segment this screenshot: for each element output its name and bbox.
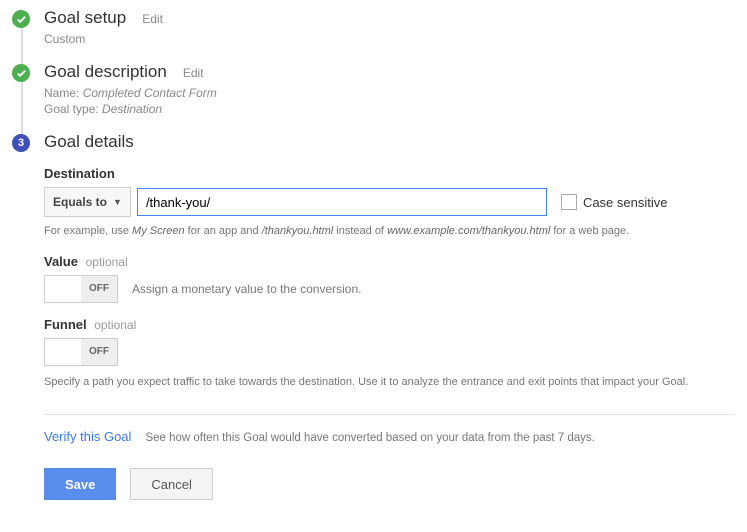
- step-number-icon: 3: [12, 134, 30, 152]
- step-subtitle: Custom: [44, 32, 735, 46]
- step-goal-details: 3 Goal details Destination Equals to ▼ C…: [12, 132, 735, 514]
- match-type-label: Equals to: [53, 195, 107, 209]
- edit-link[interactable]: Edit: [142, 12, 163, 26]
- check-icon: [12, 64, 30, 82]
- edit-link[interactable]: Edit: [183, 66, 204, 80]
- goal-name-row: Name: Completed Contact Form: [44, 86, 735, 100]
- divider: [44, 414, 735, 415]
- match-type-dropdown[interactable]: Equals to ▼: [44, 187, 131, 217]
- step-title: Goal description: [44, 62, 167, 82]
- step-title: Goal details: [44, 132, 735, 152]
- value-heading: Value optional: [44, 254, 735, 269]
- value-desc: Assign a monetary value to the conversio…: [132, 282, 361, 296]
- funnel-heading: Funnel optional: [44, 317, 735, 332]
- check-icon: [12, 10, 30, 28]
- step-goal-description: Goal description Edit Name: Completed Co…: [12, 62, 735, 132]
- destination-hint: For example, use My Screen for an app an…: [44, 223, 735, 240]
- step-goal-setup: Goal setup Edit Custom: [12, 8, 735, 62]
- toggle-off-label: OFF: [81, 276, 117, 302]
- destination-input[interactable]: [137, 188, 547, 216]
- funnel-toggle[interactable]: OFF: [44, 338, 118, 366]
- verify-desc: See how often this Goal would have conve…: [145, 432, 594, 444]
- toggle-off-label: OFF: [81, 339, 117, 365]
- cancel-button[interactable]: Cancel: [130, 468, 212, 500]
- step-title: Goal setup: [44, 8, 126, 28]
- save-button[interactable]: Save: [44, 468, 116, 500]
- goal-type-row: Goal type: Destination: [44, 102, 735, 116]
- value-toggle[interactable]: OFF: [44, 275, 118, 303]
- funnel-desc: Specify a path you expect traffic to tak…: [44, 374, 735, 391]
- case-sensitive-label: Case sensitive: [583, 195, 668, 210]
- case-sensitive-checkbox[interactable]: [561, 194, 577, 210]
- chevron-down-icon: ▼: [113, 197, 122, 207]
- destination-heading: Destination: [44, 166, 735, 181]
- verify-goal-link[interactable]: Verify this Goal: [44, 429, 131, 444]
